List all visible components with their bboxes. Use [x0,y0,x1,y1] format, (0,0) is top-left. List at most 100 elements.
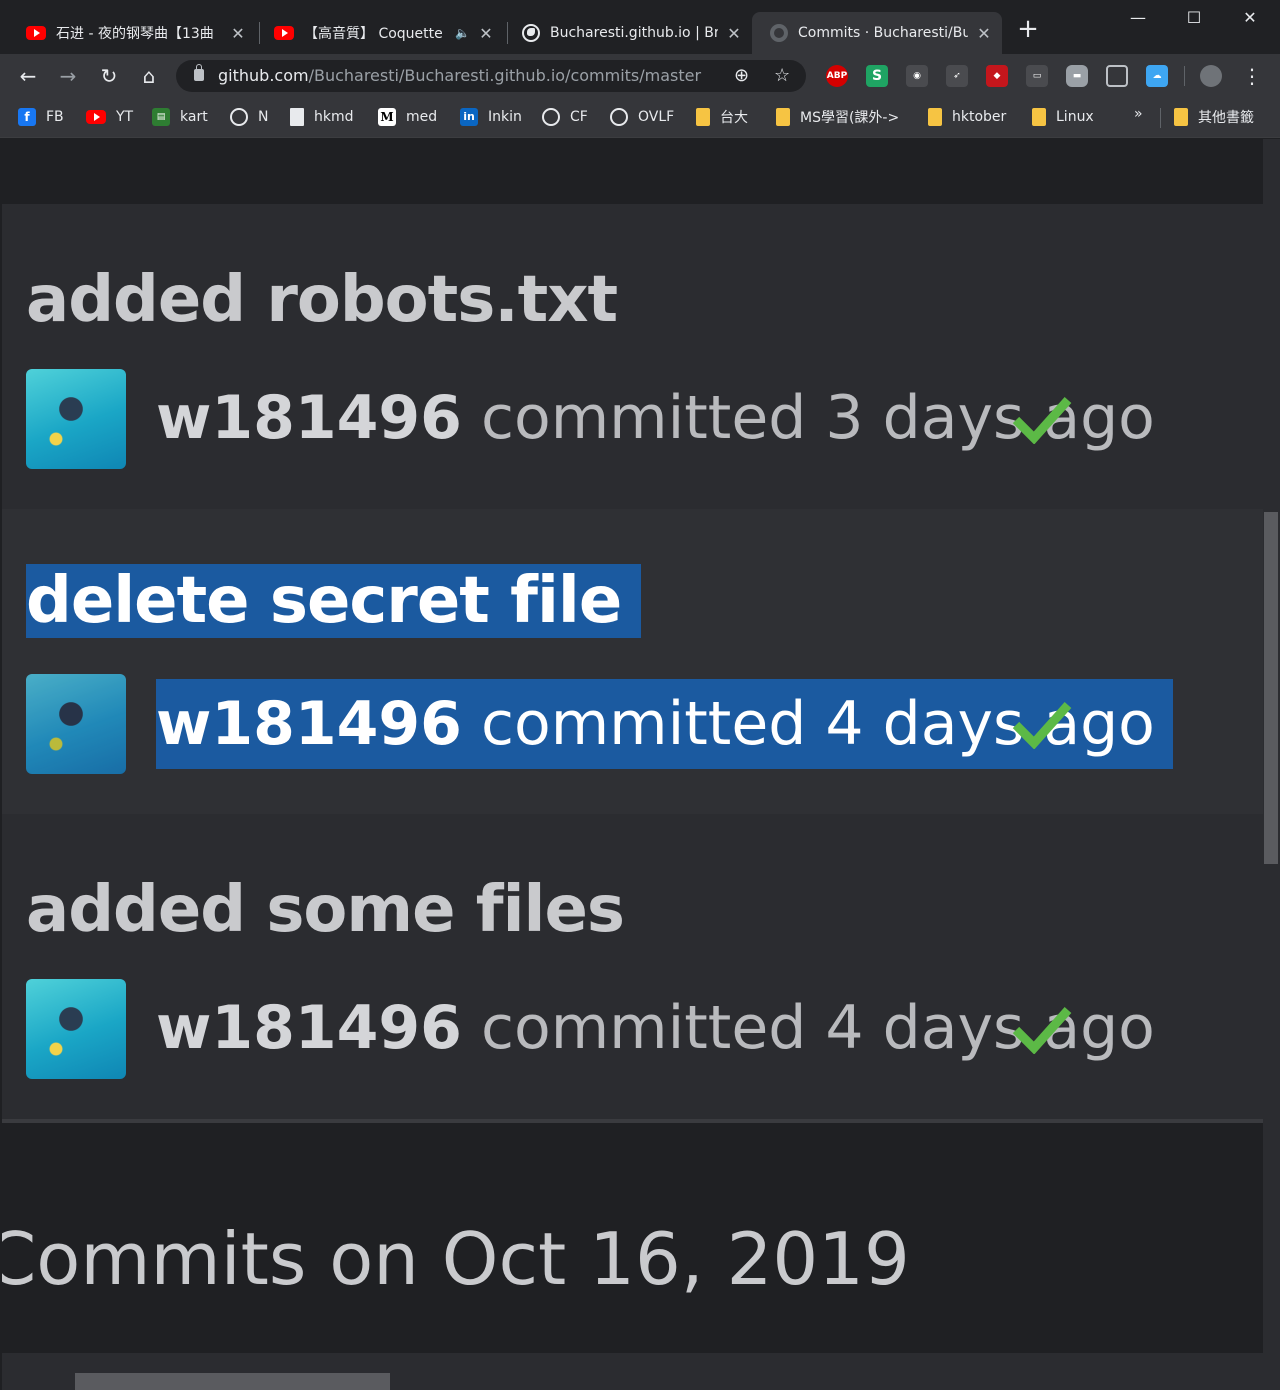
youtube-icon [274,26,294,40]
url-text[interactable]: github.com/Bucharesti/Bucharesti.github.… [218,66,701,85]
youtube-icon [86,110,106,124]
bookmark-fb[interactable]: f FB [18,106,64,128]
bookmark-label: Linux [1056,109,1094,125]
kart-icon: ▤ [152,108,170,126]
globe-icon [230,108,248,126]
commits-page: added robots.txt w181496 committed 3 day… [2,139,1263,1390]
bookmark-label: 台大 [720,110,748,126]
adblock-plus-icon[interactable]: ABP [826,65,848,87]
check-icon[interactable] [1012,1004,1072,1054]
author-link[interactable]: w181496 [156,689,462,759]
globe-icon [542,108,560,126]
minimize-button[interactable]: — [1118,8,1158,32]
globe-icon [610,108,628,126]
bookmark-star-icon[interactable]: ☆ [774,65,790,86]
bookmark-folder-ms[interactable]: MS學習(課外-> [776,106,899,128]
facebook-icon: f [18,108,36,126]
tab-bucharesti-site[interactable]: Bucharesti.github.io | Bras ✕ [504,12,752,54]
bookmark-cf[interactable]: CF [542,106,588,128]
commit-message-text: delete secret file [26,564,642,638]
mask-icon[interactable] [1106,65,1128,87]
tab-strip: 石进 - 夜的钢琴曲【13曲 ✕ 【高音質】 Coquette 🔈 ✕ Buch… [0,0,1280,54]
commit-row: delete secret file w181496 committed 4 d… [2,509,1263,814]
bookmark-label: 其他書籤 [1198,110,1254,126]
folder-icon [1032,108,1046,126]
profile-avatar[interactable] [1200,65,1222,87]
bookmark-label: OVLF [638,109,675,125]
menu-icon[interactable]: ⋮ [1242,64,1262,88]
check-icon[interactable] [1012,699,1072,749]
tab-youtube-coquette[interactable]: 【高音質】 Coquette 🔈 ✕ [256,12,504,54]
address-bar[interactable]: github.com/Bucharesti/Bucharesti.github.… [176,60,806,92]
bookmark-linkedin[interactable]: in Inkin [460,106,522,128]
bookmark-n[interactable]: N [230,106,268,128]
lock-icon [194,64,204,81]
youtube-icon [26,26,46,40]
bookmark-label: FB [46,109,64,125]
globe-icon [522,24,540,42]
tab-title: Commits · Bucharesti/Buc [798,25,968,41]
commit-row: added some files w181496 committed 4 day… [2,814,1263,1119]
avatar[interactable] [26,674,126,774]
avatar[interactable] [26,369,126,469]
bookmark-label: hktober [952,109,1007,125]
bookmark-folder-hktober[interactable]: hktober [928,106,1006,128]
commit-message-link[interactable]: added some files [26,874,625,946]
other-bookmarks-folder[interactable]: 其他書籤 [1174,106,1254,128]
bookmark-kart[interactable]: ▤ kart [152,106,208,128]
ticket-icon[interactable]: ▭ [1026,65,1048,87]
vertical-scrollbar-thumb[interactable] [1264,512,1278,864]
commit-meta: w181496 committed 4 days ago [156,992,1155,1064]
bookmark-folder-linux[interactable]: Linux [1032,106,1094,128]
bookmark-label: MS學習(課外-> [800,110,900,126]
maximize-button[interactable]: ☐ [1174,8,1214,32]
commit-row: added robots.txt w181496 committed 3 day… [2,204,1263,509]
bookmark-ovlf[interactable]: OVLF [610,106,674,128]
close-icon[interactable]: ✕ [230,24,246,43]
speaker-icon[interactable]: 🔈 [455,26,470,40]
home-button[interactable]: ⌂ [136,64,162,90]
tab-title: 石进 - 夜的钢琴曲【13曲 [56,26,214,42]
folder-icon [776,108,790,126]
document-icon [290,108,304,126]
new-tab-button[interactable]: + [1016,16,1040,42]
tab-title: Bucharesti.github.io | Bras [550,25,718,41]
bookmark-label: YT [116,109,134,125]
folder-icon [696,108,710,126]
close-icon[interactable]: ✕ [726,24,742,43]
commit-message-link[interactable]: added robots.txt [26,264,618,336]
s-extension-icon[interactable]: S [866,65,888,87]
toolbar-divider [1184,66,1185,86]
tab-youtube-piano[interactable]: 石进 - 夜的钢琴曲【13曲 ✕ [8,12,256,54]
reload-button[interactable]: ↻ [96,64,122,90]
abp-label: ABP [826,71,848,81]
author-link[interactable]: w181496 [156,383,462,453]
author-link[interactable]: w181496 [156,993,462,1063]
close-window-button[interactable]: ✕ [1230,8,1270,32]
tab-commits[interactable]: Commits · Bucharesti/Buc ✕ [752,12,1002,54]
avatar[interactable] [26,979,126,1079]
ruby-icon[interactable]: ◆ [986,65,1008,87]
bookmarks-divider [1160,108,1161,128]
cloud-icon[interactable]: ☁ [1146,65,1168,87]
forward-button[interactable]: → [55,64,81,90]
close-icon[interactable]: ✕ [976,24,992,43]
url-host: github.com [218,66,309,85]
bookmark-folder-ntu[interactable]: 台大 [696,106,748,128]
rocket-icon[interactable]: ➶ [946,65,968,87]
bookmark-med[interactable]: Mmed [378,106,437,128]
bookmarks-overflow-button[interactable]: » [1134,106,1143,122]
s-label: S [871,68,883,84]
check-icon[interactable] [1012,394,1072,444]
bookmark-yt[interactable]: YT [86,106,133,128]
spy-icon[interactable]: ◉ [906,65,928,87]
back-button[interactable]: ← [15,64,41,90]
bookmark-label: hkmd [314,109,354,125]
commit-message-link[interactable]: delete secret file [26,549,642,654]
zoom-icon[interactable]: ⊕ [734,65,749,86]
chat-icon[interactable]: ▬ [1066,65,1088,87]
close-icon[interactable]: ✕ [478,24,494,43]
bookmark-label: Inkin [488,109,522,125]
bookmark-hkmd[interactable]: hkmd [290,106,354,128]
horizontal-scrollbar-thumb[interactable] [75,1373,390,1390]
